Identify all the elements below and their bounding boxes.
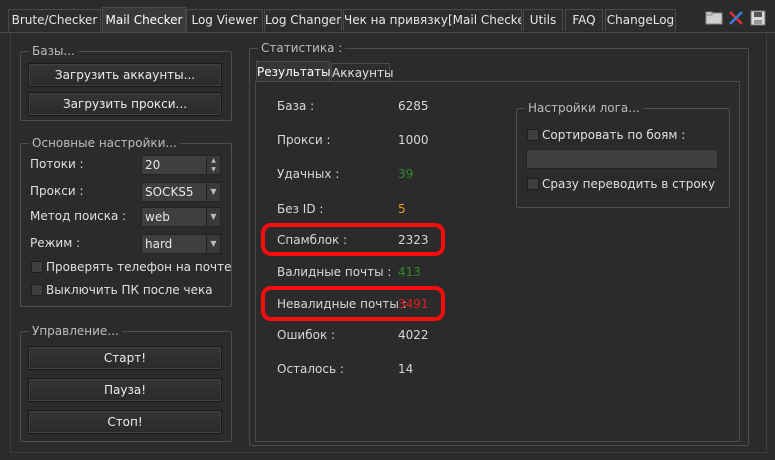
tab-results[interactable]: Результаты xyxy=(256,61,331,82)
control-title: Управление... xyxy=(29,324,122,338)
stat-value: 39 xyxy=(398,167,414,181)
search-method-select[interactable]: web ▼ xyxy=(141,207,221,227)
tab-brute-checker[interactable]: Brute/Checker xyxy=(8,9,101,31)
tab-log-viewer[interactable]: Log Viewer xyxy=(186,9,263,31)
threads-spinbox[interactable]: 20 ▲ ▼ xyxy=(141,155,221,175)
shutdown-pc-checkbox[interactable] xyxy=(31,284,43,296)
main-settings-title: Основные настройки... xyxy=(29,136,180,150)
stat-label: Ошибок : xyxy=(277,328,336,342)
chevron-down-icon: ▼ xyxy=(206,208,220,226)
save-icon[interactable] xyxy=(749,9,767,27)
sort-by-fights-label: Сортировать по боям : xyxy=(542,128,686,142)
stat-label: Валидные почты : xyxy=(277,265,392,279)
log-sort-input[interactable] xyxy=(526,149,718,169)
highlight-invalid-mails xyxy=(261,286,445,321)
pause-button[interactable]: Пауза! xyxy=(28,378,222,402)
stat-label: Осталось : xyxy=(277,362,344,376)
tools-icon[interactable] xyxy=(727,9,745,27)
stat-value: 413 xyxy=(398,265,421,279)
start-button[interactable]: Старт! xyxy=(28,346,222,370)
statistics-title: Статистика : xyxy=(258,41,346,55)
proxy-type-value: SOCKS5 xyxy=(145,185,194,199)
search-method-value: web xyxy=(145,210,170,224)
threads-value: 20 xyxy=(145,158,161,172)
tab-mail-checker[interactable]: Mail Checker xyxy=(102,7,186,33)
stat-value: 6285 xyxy=(398,99,429,113)
mode-label: Режим : xyxy=(30,236,81,250)
load-accounts-button[interactable]: Загрузить аккаунты... xyxy=(28,63,222,87)
threads-label: Потоки : xyxy=(30,157,84,171)
stat-label: Удачных : xyxy=(277,167,340,181)
check-phone-checkbox[interactable] xyxy=(31,261,43,273)
stat-value: 14 xyxy=(398,362,414,376)
tab-accounts[interactable]: Аккаунты xyxy=(331,63,393,82)
log-settings-title: Настройки лога... xyxy=(525,101,643,115)
stop-button[interactable]: Стоп! xyxy=(28,410,222,434)
search-method-label: Метод поиска : xyxy=(30,209,127,223)
stat-label: Прокси : xyxy=(277,133,331,147)
tab-faq[interactable]: FAQ xyxy=(565,9,603,31)
highlight-spamblock xyxy=(261,223,445,256)
stat-value: 1000 xyxy=(398,133,429,147)
tab-log-changer[interactable]: Log Changer xyxy=(264,9,342,31)
chevron-down-icon: ▼ xyxy=(206,183,220,201)
stat-label: Без ID : xyxy=(277,202,324,216)
chevron-down-icon: ▼ xyxy=(206,235,220,253)
stat-value: 4022 xyxy=(398,328,429,342)
folder-icon[interactable] xyxy=(705,9,723,27)
sort-by-fights-checkbox[interactable] xyxy=(527,129,539,141)
proxy-label: Прокси : xyxy=(30,184,84,198)
stat-label: База : xyxy=(277,99,315,113)
main-tab-bar: Brute/Checker Mail Checker Log Viewer Lo… xyxy=(0,0,775,34)
check-phone-label: Проверять телефон на почте xyxy=(46,260,232,274)
spin-buttons[interactable]: ▲ ▼ xyxy=(206,156,220,174)
load-proxies-button[interactable]: Загрузить прокси... xyxy=(28,92,222,116)
to-line-label: Сразу переводить в строку xyxy=(542,177,716,191)
mode-value: hard xyxy=(145,237,173,251)
tab-utils[interactable]: Utils xyxy=(523,9,563,31)
bases-title: Базы... xyxy=(29,44,78,58)
tab-changelog[interactable]: ChangeLog xyxy=(605,9,676,31)
stat-value: 5 xyxy=(398,202,406,216)
to-line-checkbox[interactable] xyxy=(527,178,539,190)
proxy-type-select[interactable]: SOCKS5 ▼ xyxy=(141,182,221,202)
tab-link-check[interactable]: Чек на привязку[Mail Checker] xyxy=(343,9,522,31)
shutdown-pc-label: Выключить ПК после чека xyxy=(46,283,213,297)
mode-select[interactable]: hard ▼ xyxy=(141,234,221,254)
